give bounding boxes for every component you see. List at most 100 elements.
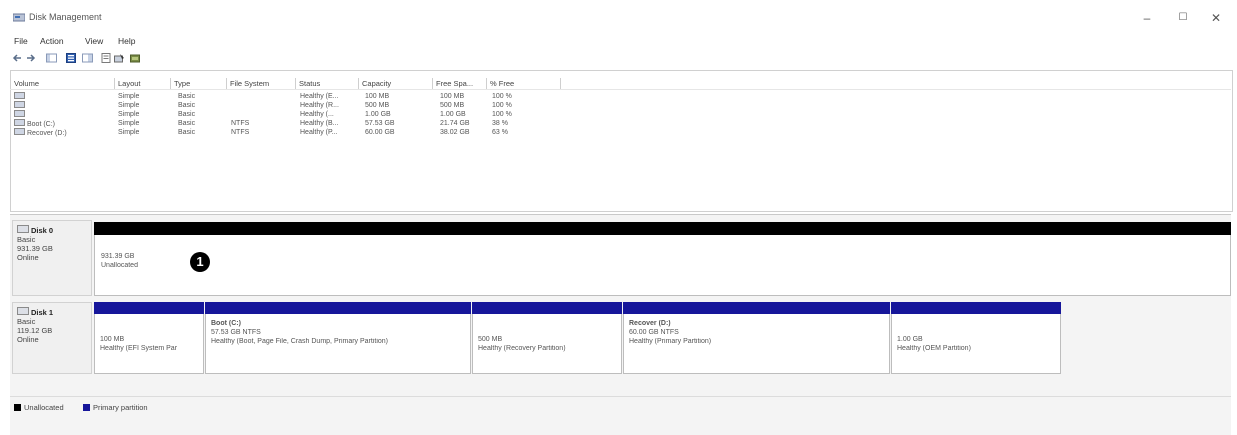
table-row-volume[interactable]	[14, 92, 27, 101]
partition-size: 1.00 GB	[897, 336, 923, 343]
partition-header-bar	[205, 302, 471, 314]
table-row-pct: 100 %	[492, 93, 512, 100]
table-row-capacity: 60.00 GB	[365, 129, 395, 136]
disk-1-kind: Basic	[17, 317, 36, 326]
disk-icon	[17, 225, 29, 233]
help-icon[interactable]	[82, 53, 93, 63]
table-row-status: Healthy (R...	[300, 102, 339, 109]
unallocated-header-bar	[94, 222, 1231, 235]
legend-label-primary: Primary partition	[93, 403, 148, 412]
column-header-percent-free[interactable]: % Free	[487, 78, 561, 89]
table-row-pct: 100 %	[492, 111, 512, 118]
table-row-status: Healthy (E...	[300, 93, 339, 100]
partition-status: Healthy (Boot, Page File, Crash Dump, Pr…	[211, 338, 389, 345]
table-row-type: Basic	[178, 102, 196, 109]
table-row-type: Basic	[178, 120, 196, 127]
partition-header-bar	[94, 302, 204, 314]
disk-settings-icon[interactable]	[114, 53, 125, 63]
console-tree-icon[interactable]	[46, 53, 57, 63]
table-row-free: 1.00 GB	[440, 111, 466, 118]
table-row-pct: 100 %	[492, 102, 512, 109]
volume-icon	[14, 119, 25, 126]
table-row-status: Healthy (...	[300, 111, 334, 118]
table-row-type: Basic	[178, 111, 196, 118]
partition-status: Healthy (EFI System Par	[100, 345, 178, 352]
forward-arrow-icon[interactable]	[26, 53, 36, 63]
table-row-pct: 63 %	[492, 129, 508, 136]
minimize-button[interactable]: –	[1136, 8, 1158, 28]
window-title: Disk Management	[29, 12, 102, 22]
table-row-capacity: 100 MB	[365, 93, 390, 100]
partition-status: Unallocated	[101, 262, 138, 269]
disk-management-app-icon	[13, 13, 25, 22]
column-header-layout[interactable]: Layout	[115, 78, 171, 89]
partition-title: Boot (C:)	[211, 320, 241, 327]
table-row-volume[interactable]	[14, 110, 27, 119]
partition-header-bar	[623, 302, 890, 314]
table-row-type: Basic	[178, 129, 196, 136]
partition-size: 57.53 GB NTFS	[211, 329, 261, 336]
menu-help[interactable]: Help	[118, 36, 135, 46]
disk-0-state: Online	[17, 253, 39, 262]
menu-view[interactable]: View	[85, 36, 103, 46]
disk-0-kind: Basic	[17, 235, 36, 244]
partition-size: 500 MB	[478, 336, 503, 343]
disk-1-size: 119.12 GB	[17, 326, 53, 335]
table-row-volume[interactable]: Boot (C:)	[14, 119, 55, 128]
toolbar	[0, 50, 1237, 66]
column-header-file-system[interactable]: File System	[227, 78, 296, 89]
partition-header-bar	[891, 302, 1061, 314]
refresh-icon[interactable]	[101, 53, 111, 63]
table-row-fs: NTFS	[231, 120, 250, 127]
table-row-capacity: 1.00 GB	[365, 111, 391, 118]
column-header-type[interactable]: Type	[171, 78, 227, 89]
partition-status: Healthy (OEM Partition)	[897, 345, 971, 352]
legend-label-unallocated: Unallocated	[24, 403, 64, 412]
column-header-volume[interactable]: Volume	[11, 78, 115, 89]
table-row-free: 38.02 GB	[440, 129, 470, 136]
menu-file[interactable]: File	[14, 36, 28, 46]
partition-status: Healthy (Primary Partition)	[629, 338, 712, 345]
volume-icon	[14, 101, 25, 108]
table-row-layout: Simple	[118, 93, 140, 100]
table-row-capacity: 500 MB	[365, 102, 390, 109]
properties-icon[interactable]	[66, 53, 76, 63]
table-row-type: Basic	[178, 93, 196, 100]
volume-icon	[14, 92, 25, 99]
folder-icon[interactable]	[130, 53, 140, 63]
table-row-free: 500 MB	[440, 102, 465, 109]
table-row-layout: Simple	[118, 120, 140, 127]
partition-size: 60.00 GB NTFS	[629, 329, 679, 336]
back-arrow-icon[interactable]	[12, 53, 22, 63]
table-row-volume[interactable]	[14, 101, 27, 110]
header-divider	[10, 89, 1231, 90]
table-row-layout: Simple	[118, 111, 140, 118]
table-row-free: 100 MB	[440, 93, 465, 100]
disk-1-name: Disk 1	[17, 307, 53, 317]
menu-action[interactable]: Action	[40, 36, 64, 46]
partition-status: Healthy (Recovery Partition)	[478, 345, 566, 352]
column-header-capacity[interactable]: Capacity	[359, 78, 433, 89]
volume-icon	[14, 110, 25, 117]
legend-swatch-unallocated	[14, 404, 21, 411]
table-row-pct: 38 %	[492, 120, 508, 127]
close-button[interactable]: ✕	[1205, 8, 1227, 28]
table-row-layout: Simple	[118, 102, 140, 109]
table-row-free: 21.74 GB	[440, 120, 470, 127]
menu-bar	[0, 34, 1237, 48]
disk-0-size: 931.39 GB	[17, 244, 53, 253]
table-row-status: Healthy (B...	[300, 120, 339, 127]
partition-title: Recover (D:)	[629, 320, 671, 327]
maximize-button[interactable]: ☐	[1172, 8, 1194, 28]
column-header-status[interactable]: Status	[296, 78, 359, 89]
title-bar	[0, 0, 1237, 34]
disk-1-state: Online	[17, 335, 39, 344]
column-header-free-space[interactable]: Free Spa...	[433, 78, 487, 89]
table-row-layout: Simple	[118, 129, 140, 136]
table-row-volume[interactable]: Recover (D:)	[14, 128, 67, 137]
callout-marker: 1	[190, 252, 210, 272]
legend-divider	[10, 396, 1231, 397]
table-row-status: Healthy (P...	[300, 129, 338, 136]
legend-swatch-primary	[83, 404, 90, 411]
partition-size: 100 MB	[100, 336, 125, 343]
